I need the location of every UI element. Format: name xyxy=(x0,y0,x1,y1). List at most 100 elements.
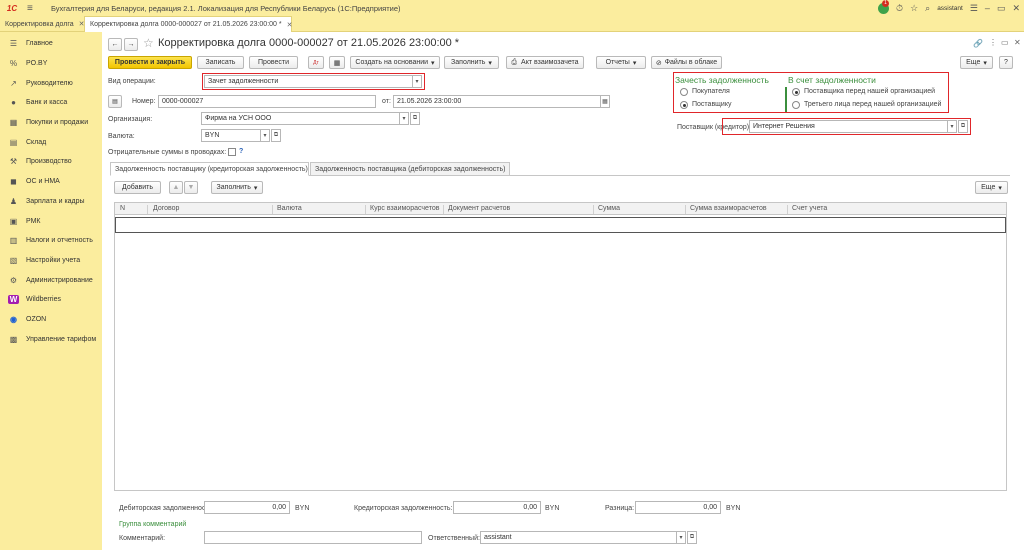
table-body[interactable] xyxy=(114,215,1007,491)
close-form-icon[interactable]: ✕ xyxy=(1014,38,1021,47)
close-icon[interactable]: ✕ xyxy=(1012,3,1020,14)
minimize-icon[interactable]: – xyxy=(985,3,990,13)
move-down-button[interactable]: ▼ xyxy=(184,181,198,194)
column-header-rate[interactable]: Курс взаиморасчетов xyxy=(370,205,439,212)
offset-act-button[interactable]: ⎙ Акт взаимозачета xyxy=(506,56,584,69)
sidebar-item-taxes[interactable]: ▥ Налоги и отчетность xyxy=(0,231,102,251)
window-restore-icon[interactable]: ▭ xyxy=(1001,38,1009,47)
radio-offset-buyer[interactable] xyxy=(680,88,688,96)
post-and-close-button[interactable]: Провести и закрыть xyxy=(108,56,192,69)
dropdown-arrow-icon: ▾ xyxy=(632,59,637,67)
link-icon[interactable]: 🔗 xyxy=(973,39,983,48)
structure-icon: ▦ xyxy=(333,59,341,67)
responsible-field[interactable]: assistant xyxy=(480,531,677,544)
help-button[interactable]: ? xyxy=(999,56,1013,69)
date-field[interactable]: 21.05.2026 23:00:00 xyxy=(393,95,601,108)
tab-label: Корректировка долга xyxy=(5,20,74,28)
sidebar-item-poby[interactable]: % PO.BY xyxy=(0,54,102,74)
favorite-icon[interactable]: ☆ xyxy=(910,3,918,14)
percent-icon: % xyxy=(9,59,18,69)
help-icon[interactable]: ? xyxy=(239,148,243,155)
sidebar-item-accounting-settings[interactable]: ▧ Настройки учета xyxy=(0,251,102,271)
table-row[interactable] xyxy=(115,217,1006,233)
tab-debtor-debt[interactable]: Задолженность поставщика (дебиторская за… xyxy=(310,162,510,176)
sidebar-item-purchases[interactable]: ▦ Покупки и продажи xyxy=(0,113,102,133)
forward-button[interactable]: → xyxy=(124,38,138,51)
tab-debt-correction-doc[interactable]: Корректировка долга 0000-000027 от 21.05… xyxy=(84,16,292,32)
create-based-on-button[interactable]: Создать на основании ▾ xyxy=(350,56,440,69)
table-more-button[interactable]: Еще ▾ xyxy=(975,181,1008,194)
user-name[interactable]: assistant xyxy=(937,5,963,12)
fill-button[interactable]: Заполнить ▾ xyxy=(444,56,499,69)
main-menu-icon[interactable]: ≡ xyxy=(27,3,37,14)
tab-creditor-debt[interactable]: Задолженность поставщику (кредиторская з… xyxy=(110,162,309,176)
currency-dropdown[interactable]: ▾ xyxy=(260,129,270,142)
dropdown-arrow-icon: ▾ xyxy=(998,184,1002,192)
cloud-files-button[interactable]: ⊘ Файлы в облаке xyxy=(651,56,722,69)
radio-against-third-party[interactable] xyxy=(792,101,800,109)
printer-icon: ⎙ xyxy=(511,58,518,66)
sidebar-item-label: Налоги и отчетность xyxy=(26,237,93,245)
more-actions-icon[interactable]: ⋮ xyxy=(989,38,997,47)
paperclip-icon: ⊘ xyxy=(655,59,662,67)
sidebar-item-ozon[interactable]: ◉ OZON xyxy=(0,310,102,330)
favorite-star-icon[interactable]: ☆ xyxy=(143,36,154,50)
radio-against-supplier[interactable] xyxy=(792,88,800,96)
currency-open-button[interactable]: ⧉ xyxy=(271,129,281,142)
settings-menu-icon[interactable]: ☰ xyxy=(970,3,978,14)
more-button[interactable]: Еще ▾ xyxy=(960,56,993,69)
dropdown-arrow-icon: ▾ xyxy=(253,184,258,192)
sidebar-item-assets[interactable]: ◼ ОС и НМА xyxy=(0,172,102,192)
currency-field[interactable]: BYN xyxy=(201,129,261,142)
back-button[interactable]: ← xyxy=(108,38,122,51)
calendar-button[interactable]: ▦ xyxy=(600,95,610,108)
column-header-account[interactable]: Счет учета xyxy=(792,205,827,212)
table-fill-button[interactable]: Заполнить ▾ xyxy=(211,181,263,194)
open-link-icon: ⧉ xyxy=(412,115,418,121)
app-title: Бухгалтерия для Беларуси, редакция 2.1. … xyxy=(51,3,401,13)
history-icon[interactable]: ⏱ xyxy=(896,3,903,14)
sidebar-item-production[interactable]: ⚒ Производство xyxy=(0,152,102,172)
negative-amounts-checkbox[interactable] xyxy=(228,148,236,156)
sidebar-item-rmk[interactable]: ▣ РМК xyxy=(0,211,102,231)
column-header-settlement-doc[interactable]: Документ расчетов xyxy=(448,205,510,212)
sidebar-item-label: Производство xyxy=(26,158,72,166)
comment-field[interactable] xyxy=(204,531,422,544)
tab-debt-correction-list[interactable]: Корректировка долга ✕ xyxy=(0,16,85,32)
sidebar-item-tariff[interactable]: ▩ Управление тарифом xyxy=(0,329,102,349)
dt-kt-button[interactable]: Дт xyxy=(308,56,324,69)
save-button[interactable]: Записать xyxy=(197,56,244,69)
sidebar-item-wildberries[interactable]: W Wildberries xyxy=(0,290,102,310)
search-icon[interactable]: ⌕ xyxy=(925,3,930,14)
column-header-n[interactable]: N xyxy=(120,205,125,212)
responsible-open-button[interactable]: ⧉ xyxy=(687,531,697,544)
add-row-button[interactable]: Добавить xyxy=(114,181,161,194)
reports-button[interactable]: Отчеты ▾ xyxy=(596,56,646,69)
organization-open-button[interactable]: ⧉ xyxy=(410,112,420,125)
sidebar-item-bank[interactable]: ● Банк и касса xyxy=(0,93,102,113)
column-header-settlement-amount[interactable]: Сумма взаиморасчетов xyxy=(690,205,767,212)
sidebar-item-label: Настройки учета xyxy=(26,256,81,264)
responsible-dropdown[interactable]: ▾ xyxy=(676,531,686,544)
column-header-contract[interactable]: Договор xyxy=(153,205,179,212)
notifications-icon[interactable]: 1 xyxy=(878,0,890,14)
number-field[interactable]: 0000-000027 xyxy=(158,95,376,108)
move-up-button[interactable]: ▲ xyxy=(169,181,183,194)
comments-group-link[interactable]: Группа комментарий xyxy=(119,521,186,528)
maximize-icon[interactable]: ▭ xyxy=(997,3,1006,14)
close-tab-icon[interactable]: ✕ xyxy=(287,21,293,29)
organization-field[interactable]: Фирма на УСН ООО xyxy=(201,112,400,125)
sidebar-item-salary[interactable]: ♟ Зарплата и кадры xyxy=(0,192,102,212)
arrow-left-icon: ← xyxy=(111,41,119,48)
post-button[interactable]: Провести xyxy=(249,56,298,69)
column-header-currency[interactable]: Валюта xyxy=(277,205,302,212)
organization-dropdown[interactable]: ▾ xyxy=(399,112,409,125)
sidebar-item-manager[interactable]: ↗ Руководителю xyxy=(0,73,102,93)
sidebar-item-main[interactable]: ☰ Главное xyxy=(0,34,102,54)
column-header-amount[interactable]: Сумма xyxy=(598,205,620,212)
number-edit-button[interactable]: ▤ xyxy=(108,95,122,108)
radio-offset-supplier[interactable] xyxy=(680,101,688,109)
sidebar-item-warehouse[interactable]: ▤ Склад xyxy=(0,132,102,152)
sidebar-item-admin[interactable]: ⚙ Администрирование xyxy=(0,270,102,290)
structure-button[interactable]: ▦ xyxy=(329,56,345,69)
